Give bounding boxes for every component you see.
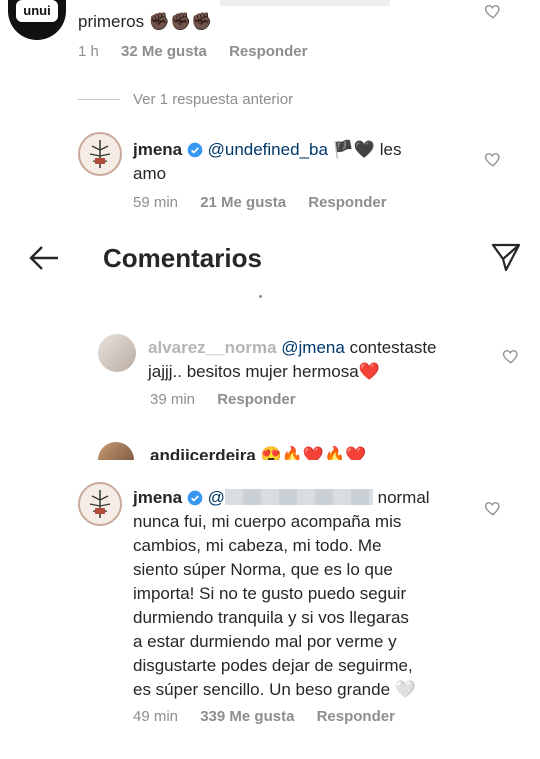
reply-line: siento súper Norma, que es lo que: [133, 560, 393, 579]
like-count[interactable]: 32 Me gusta: [121, 43, 207, 60]
comment-time: 1 h: [78, 43, 99, 60]
blurred-header: [220, 0, 390, 6]
comment-body: primeros: [78, 12, 145, 31]
reply-line: cambios, mi cabeza, mi todo. Me: [133, 536, 382, 555]
reply-button[interactable]: Responder: [217, 391, 295, 408]
avatar-label: unui: [16, 0, 58, 22]
heart-emoji: ❤️: [358, 362, 380, 381]
like-heart-icon[interactable]: [484, 150, 502, 168]
verified-badge-icon: [187, 490, 203, 506]
comment-time: 39 min: [150, 391, 196, 408]
comment-body: contestaste: [349, 338, 437, 357]
username[interactable]: jmena: [133, 140, 182, 159]
avatar[interactable]: [78, 482, 122, 526]
comment-row-clipped: andiicerdeira 😍🔥❤️🔥❤️: [98, 440, 538, 460]
username[interactable]: jmena: [133, 488, 182, 507]
reply-button[interactable]: Responder: [308, 194, 386, 211]
reply-line: durmiendo tranquila y si vos llegaras: [133, 608, 409, 627]
reply-line: a estar durmiendo mal por verme y: [133, 632, 397, 651]
mention-link[interactable]: @: [208, 488, 225, 507]
loading-dot: [259, 295, 262, 298]
comment-body-line2: jajjj.. besitos mujer hermosa: [148, 362, 359, 381]
avatar[interactable]: unui: [8, 0, 66, 40]
verified-badge-icon: [187, 142, 203, 158]
comment-text: alvarez__norma @jmena contestaste jajjj.…: [148, 336, 488, 384]
reply-text: jmena @undefined_ba 🏴🖤 les amo: [133, 138, 473, 186]
send-icon[interactable]: [490, 242, 522, 272]
redacted-username: [224, 489, 373, 505]
logo-icon: [89, 490, 111, 518]
comment-emojis: 😍🔥❤️🔥❤️: [260, 446, 367, 460]
reply-line: nunca fui, mi cuerpo acompaña mis: [133, 512, 402, 531]
mention-link[interactable]: @jmena: [281, 338, 345, 357]
username[interactable]: alvarez__norma: [148, 338, 277, 357]
back-arrow-icon[interactable]: [28, 244, 60, 272]
like-count[interactable]: 21 Me gusta: [200, 194, 286, 211]
comment-meta: 39 min Responder: [150, 391, 314, 408]
reply-body: les: [379, 140, 402, 159]
reply-line: importa! Si no te gusto puedo seguir: [133, 584, 407, 603]
reply-line: disgustarte podes dejar de seguirme,: [133, 656, 413, 675]
like-count[interactable]: 339 Me gusta: [200, 708, 294, 725]
replies-divider: [78, 99, 120, 100]
reply-button[interactable]: Responder: [229, 43, 307, 60]
reply-line: es súper sencillo. Un beso grande 🤍: [133, 680, 416, 699]
like-heart-icon[interactable]: [484, 2, 502, 20]
comment-text: andiicerdeira 😍🔥❤️🔥❤️: [150, 444, 366, 460]
reply-time: 49 min: [133, 708, 179, 725]
comment-meta: 1 h 32 Me gusta Responder: [78, 43, 325, 60]
view-replies-link[interactable]: Ver 1 respuesta anterior: [133, 91, 293, 108]
comment-emojis: ✊🏿✊🏿✊🏿: [148, 12, 213, 31]
reply-meta: 49 min 339 Me gusta Responder: [133, 708, 413, 725]
reply-button[interactable]: Responder: [317, 708, 395, 725]
username[interactable]: andiicerdeira: [150, 446, 256, 460]
like-heart-icon[interactable]: [484, 499, 502, 517]
reply-text: jmena @ normal nunca fui, mi cuerpo acom…: [133, 486, 493, 702]
reply-time: 59 min: [133, 194, 179, 211]
avatar[interactable]: [98, 334, 136, 372]
comment-text: primeros ✊🏿✊🏿✊🏿: [78, 10, 212, 34]
reply-meta: 59 min 21 Me gusta Responder: [133, 194, 405, 211]
avatar[interactable]: [98, 442, 134, 460]
page-title: Comentarios: [103, 243, 262, 273]
mention-link[interactable]: @undefined_ba: [208, 140, 328, 159]
reply-body: normal: [377, 488, 430, 507]
reply-body-line2: amo: [133, 164, 167, 183]
reply-emojis: 🏴🖤: [332, 140, 375, 159]
logo-icon: [89, 140, 111, 168]
like-heart-icon[interactable]: [502, 347, 520, 365]
avatar[interactable]: [78, 132, 122, 176]
